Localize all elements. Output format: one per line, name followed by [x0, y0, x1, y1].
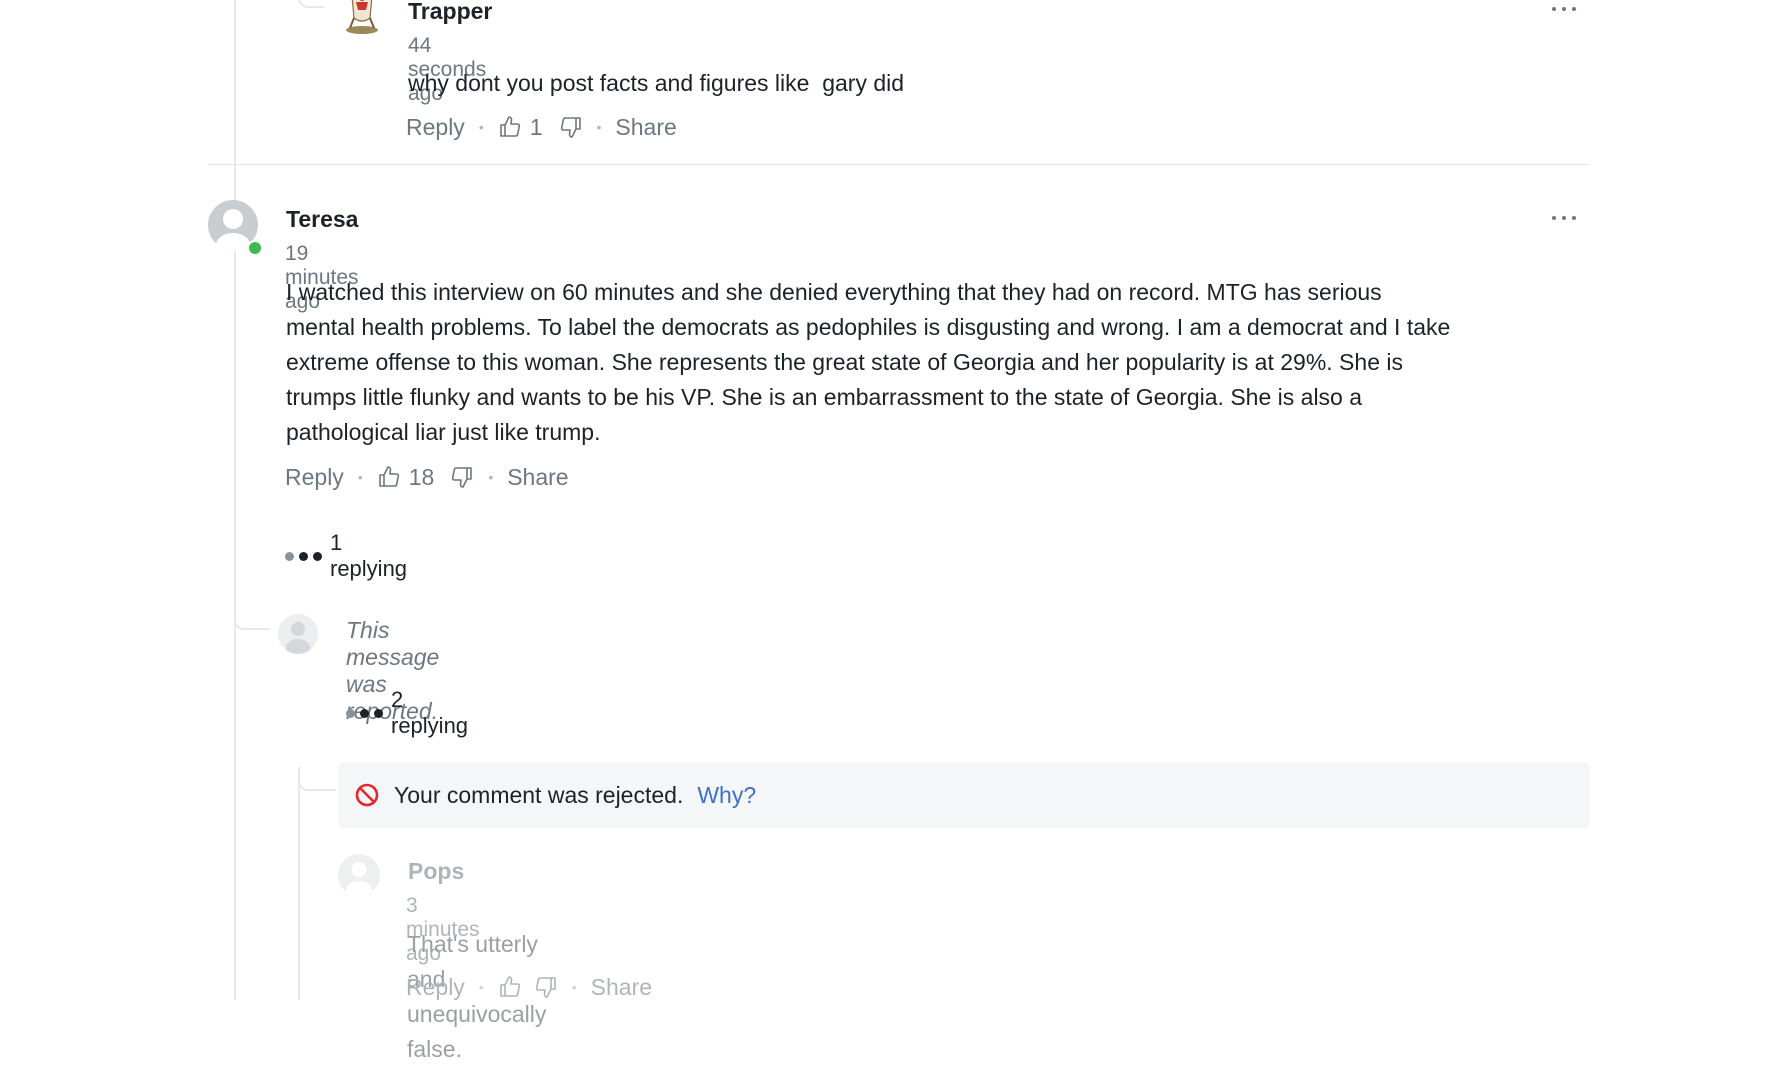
thread-connector [298, 0, 324, 8]
thread-connector [298, 767, 336, 791]
why-link[interactable]: Why? [697, 782, 756, 809]
share-button[interactable]: Share [591, 974, 652, 1001]
thumbs-up-icon[interactable] [377, 465, 401, 489]
more-options-icon[interactable] [1552, 4, 1576, 14]
avatar-image [346, 0, 378, 34]
comment-actions: Reply • 1 • Share [406, 112, 677, 142]
separator: • [596, 119, 602, 135]
replying-label: 1 replying [330, 530, 408, 581]
thread-line-nested [298, 767, 300, 1000]
comment-actions: Reply • • Share [406, 972, 652, 1002]
share-button[interactable]: Share [507, 464, 568, 491]
avatar-head [223, 209, 243, 229]
divider [208, 164, 1588, 165]
avatar [278, 614, 318, 654]
separator: • [478, 979, 484, 995]
replying-indicator[interactable]: 1 replying [285, 530, 407, 582]
comment-text: why dont you post facts and figures like… [408, 70, 905, 96]
replying-indicator[interactable]: 2 replying [346, 687, 468, 739]
avatar[interactable] [340, 0, 384, 36]
typing-dots-icon [285, 551, 322, 561]
author-name: Pops [408, 858, 465, 884]
reply-button[interactable]: Reply [285, 464, 344, 491]
separator: • [357, 469, 363, 485]
blocked-icon [354, 782, 380, 808]
share-button[interactable]: Share [615, 114, 676, 141]
thumbs-down-icon[interactable] [450, 465, 474, 489]
avatar-head [351, 862, 367, 877]
typing-dots-icon [346, 708, 383, 718]
separator: • [478, 119, 484, 135]
like-count: 1 [529, 113, 543, 140]
online-indicator [247, 240, 263, 256]
thread-line [234, 0, 236, 1000]
avatar-body [346, 881, 372, 896]
comment-actions: Reply • 18 • Share [285, 462, 569, 492]
avatar-head [291, 622, 305, 636]
thumbs-down-icon[interactable] [534, 975, 558, 999]
separator: • [571, 979, 577, 995]
thumbs-up-icon[interactable] [498, 975, 522, 999]
comment-text: I watched this interview on 60 minutes a… [286, 279, 1451, 445]
author-name[interactable]: Teresa [286, 206, 358, 233]
rejected-notice: Your comment was rejected. Why? [338, 762, 1590, 828]
replying-label: 2 replying [391, 687, 469, 738]
avatar [338, 854, 380, 896]
rejected-text: Your comment was rejected. [394, 781, 684, 808]
thumbs-up-icon[interactable] [498, 115, 522, 139]
author-name[interactable]: Trapper [408, 0, 492, 25]
reply-button[interactable]: Reply [406, 114, 465, 141]
reply-button[interactable]: Reply [406, 974, 465, 1001]
thumbs-down-icon[interactable] [559, 115, 583, 139]
avatar-body [286, 639, 310, 654]
more-options-icon[interactable] [1552, 213, 1576, 223]
like-count: 18 [408, 463, 435, 490]
thread-connector [234, 610, 270, 630]
avatar-body [216, 233, 250, 250]
separator: • [488, 469, 494, 485]
